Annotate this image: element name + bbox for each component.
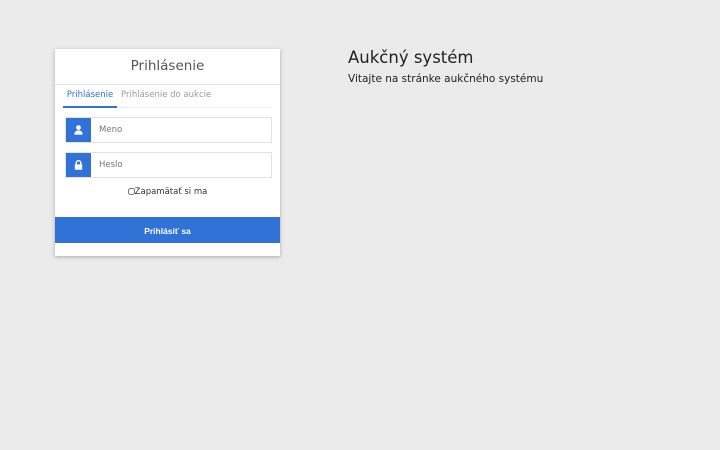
remember-me-label[interactable]: Zapamätať si ma: [135, 187, 208, 197]
login-card-title: Prihlásenie: [55, 49, 280, 85]
tab-auction-login[interactable]: Prihlásenie do aukcie: [121, 90, 211, 100]
password-field: [65, 152, 272, 178]
page: Prihlásenie Prihlásenie Prihlásenie do a…: [0, 0, 720, 450]
welcome-text: Vitajte na stránke aukčného systému: [348, 73, 544, 85]
login-card: Prihlásenie Prihlásenie Prihlásenie do a…: [55, 49, 280, 256]
remember-me-checkbox[interactable]: [127, 188, 135, 195]
remember-me: Zapamätať si ma: [55, 187, 280, 197]
password-input[interactable]: [91, 153, 269, 177]
tab-login[interactable]: Prihlásenie: [63, 90, 117, 108]
page-title: Aukčný systém: [348, 48, 474, 67]
username-input[interactable]: [91, 118, 269, 142]
login-tabs: Prihlásenie Prihlásenie do aukcie: [63, 85, 272, 108]
user-icon: [66, 118, 91, 142]
username-field: [65, 117, 272, 143]
login-button[interactable]: Prihlásiť sa: [55, 217, 280, 243]
welcome-section: Aukčný systém Vitajte na stránke aukčnéh…: [348, 48, 543, 85]
lock-icon: [66, 153, 91, 177]
